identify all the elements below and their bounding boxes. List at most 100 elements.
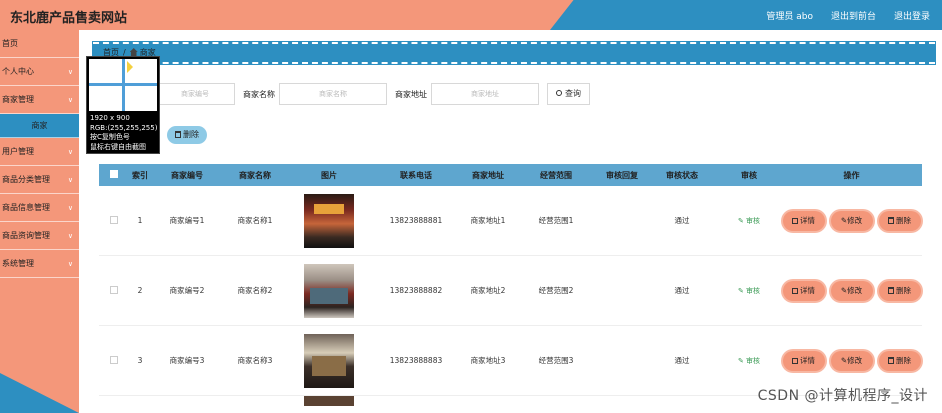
sidebar-item-consult[interactable]: 商品资询管理 ∨ — [0, 222, 79, 250]
cell-audit: ✎ 审核 — [717, 216, 781, 226]
cell-name: 商家名称1 — [237, 216, 273, 225]
col-no: 商家编号 — [171, 170, 203, 180]
delete-button[interactable]: 删除 — [878, 280, 921, 301]
merchant-photo — [304, 333, 354, 388]
cell-actions: 详情 ✎修改 删除 — [781, 350, 922, 371]
audit-link-label: 审核 — [746, 286, 761, 295]
edit-label: 修改 — [847, 355, 863, 365]
cell-phone: 13823888883 — [389, 356, 443, 365]
cell-name: 商家名称3 — [237, 356, 273, 365]
row-checkbox-cell — [99, 355, 129, 366]
search-button[interactable]: 查询 — [547, 83, 590, 105]
sidebar: 首页 个人中心 ∨ 商家管理 ∨ 商家 用户管理 ∨ 商品分类管理 ∨ 商品信息管理 ∨ … — [0, 30, 79, 413]
home-icon — [129, 48, 138, 56]
admin-label: 管理员 abo — [766, 12, 813, 22]
search-bar: 商家编号 商家名称 商家名称 商家地址 商家地址 查询 — [93, 82, 590, 106]
delete-label: 删除 — [896, 285, 911, 295]
cell-no: 商家编号2 — [169, 286, 205, 295]
row-checkbox-cell — [99, 285, 129, 296]
chevron-down-icon: ∨ — [67, 96, 73, 104]
cell-name: 商家名称2 — [237, 286, 273, 295]
row-checkbox[interactable] — [110, 285, 118, 294]
sidebar-item-label: 商品分类管理 — [2, 175, 50, 184]
audit-link[interactable]: ✎ 审核 — [738, 357, 760, 365]
cell-image — [287, 333, 371, 388]
sidebar-item-system[interactable]: 系统管理 ∨ — [0, 250, 79, 278]
sidebar-item-users[interactable]: 用户管理 ∨ — [0, 138, 79, 166]
cell-status: 通过 — [674, 216, 690, 225]
audit-link-label: 审核 — [746, 216, 761, 225]
col-image: 图片 — [321, 170, 337, 180]
sidebar-item-category[interactable]: 商品分类管理 ∨ — [0, 166, 79, 194]
merchant-addr-input[interactable]: 商家地址 — [431, 83, 539, 105]
snip-size: 1920 x 900 — [90, 114, 130, 122]
snip-hint-copy: 按C复制色号 — [90, 133, 130, 141]
merchant-no-input[interactable]: 商家编号 — [155, 83, 235, 105]
row-checkbox[interactable] — [110, 355, 118, 364]
select-all-checkbox[interactable] — [110, 170, 118, 178]
col-name: 商家名称 — [239, 170, 271, 180]
audit-link[interactable]: ✎ 审核 — [738, 217, 760, 225]
sidebar-item-merchant-mgmt[interactable]: 商家管理 ∨ — [0, 86, 79, 114]
magnifier-view — [89, 59, 157, 111]
sidebar-item-label: 系统管理 — [2, 259, 34, 268]
sidebar-item-label: 商家 — [31, 121, 48, 130]
sidebar-item-personal[interactable]: 个人中心 ∨ — [0, 58, 79, 86]
cell-index: 3 — [137, 356, 143, 365]
delete-button[interactable]: 删除 — [878, 350, 921, 371]
logout-link[interactable]: 退出登录 — [894, 9, 930, 22]
detail-label: 详情 — [800, 215, 815, 225]
col-audit: 审核 — [741, 170, 757, 180]
detail-button[interactable]: 详情 — [782, 350, 825, 371]
row-checkbox[interactable] — [110, 215, 118, 224]
select-all-cell — [99, 170, 129, 180]
edit-label: 修改 — [847, 285, 863, 295]
delete-button[interactable]: 删除 — [878, 210, 921, 231]
chevron-down-icon: ∨ — [67, 260, 73, 268]
cell-no: 商家编号1 — [169, 216, 205, 225]
chevron-down-icon: ∨ — [67, 148, 73, 156]
front-link[interactable]: 退出到前台 — [831, 9, 876, 22]
merchant-name-input[interactable]: 商家名称 — [279, 83, 387, 105]
snip-rgb: RGB:(255,255,255) — [90, 123, 158, 132]
sidebar-item-home[interactable]: 首页 — [0, 30, 79, 58]
snip-hint-rightclick: 鼠标右键自由截图 — [90, 142, 146, 151]
detail-label: 详情 — [800, 355, 815, 365]
search-button-label: 查询 — [565, 89, 581, 98]
cell-index: 1 — [137, 216, 143, 225]
col-reply: 审核回复 — [606, 170, 638, 180]
cell-address: 商家地址2 — [470, 286, 506, 295]
edit-button[interactable]: ✎修改 — [830, 350, 873, 371]
merchant-photo — [304, 263, 354, 318]
cell-status: 通过 — [674, 286, 690, 295]
cell-no: 商家编号3 — [169, 356, 205, 365]
cell-address: 商家地址3 — [470, 356, 506, 365]
cursor-icon — [127, 61, 133, 73]
sidebar-item-merchant[interactable]: 商家 — [0, 114, 79, 138]
row-checkbox-cell — [99, 215, 129, 226]
delete-label: 删除 — [896, 215, 911, 225]
sidebar-item-product[interactable]: 商品信息管理 ∨ — [0, 194, 79, 222]
detail-button[interactable]: 详情 — [782, 210, 825, 231]
table-row: 1 商家编号1 商家名称1 13823888881 商家地址1 经营范围1 通过… — [99, 186, 922, 256]
merchant-photo — [304, 396, 354, 406]
audit-link[interactable]: ✎ 审核 — [738, 287, 760, 295]
cell-image — [287, 193, 371, 248]
trash-icon — [888, 286, 894, 294]
cell-audit: ✎ 审核 — [717, 286, 781, 296]
merchant-photo — [304, 193, 354, 248]
cell-image — [287, 396, 371, 406]
edit-button[interactable]: ✎修改 — [830, 210, 873, 231]
col-index: 索引 — [132, 170, 148, 180]
edit-button[interactable]: ✎修改 — [830, 280, 873, 301]
batch-delete-button[interactable]: 删除 — [167, 126, 207, 144]
col-scope: 经营范围 — [540, 170, 572, 180]
breadcrumb: 首页 / 商家 — [92, 41, 936, 65]
cell-actions: 详情 ✎修改 删除 — [781, 280, 922, 301]
crosshair-horizontal — [89, 83, 157, 86]
chevron-down-icon: ∨ — [67, 232, 73, 240]
top-header: 东北鹿产品售卖网站 管理员 abo 退出到前台 退出登录 — [0, 0, 942, 30]
detail-button[interactable]: 详情 — [782, 280, 825, 301]
detail-icon — [792, 217, 798, 224]
sidebar-corner-decoration — [0, 373, 79, 413]
